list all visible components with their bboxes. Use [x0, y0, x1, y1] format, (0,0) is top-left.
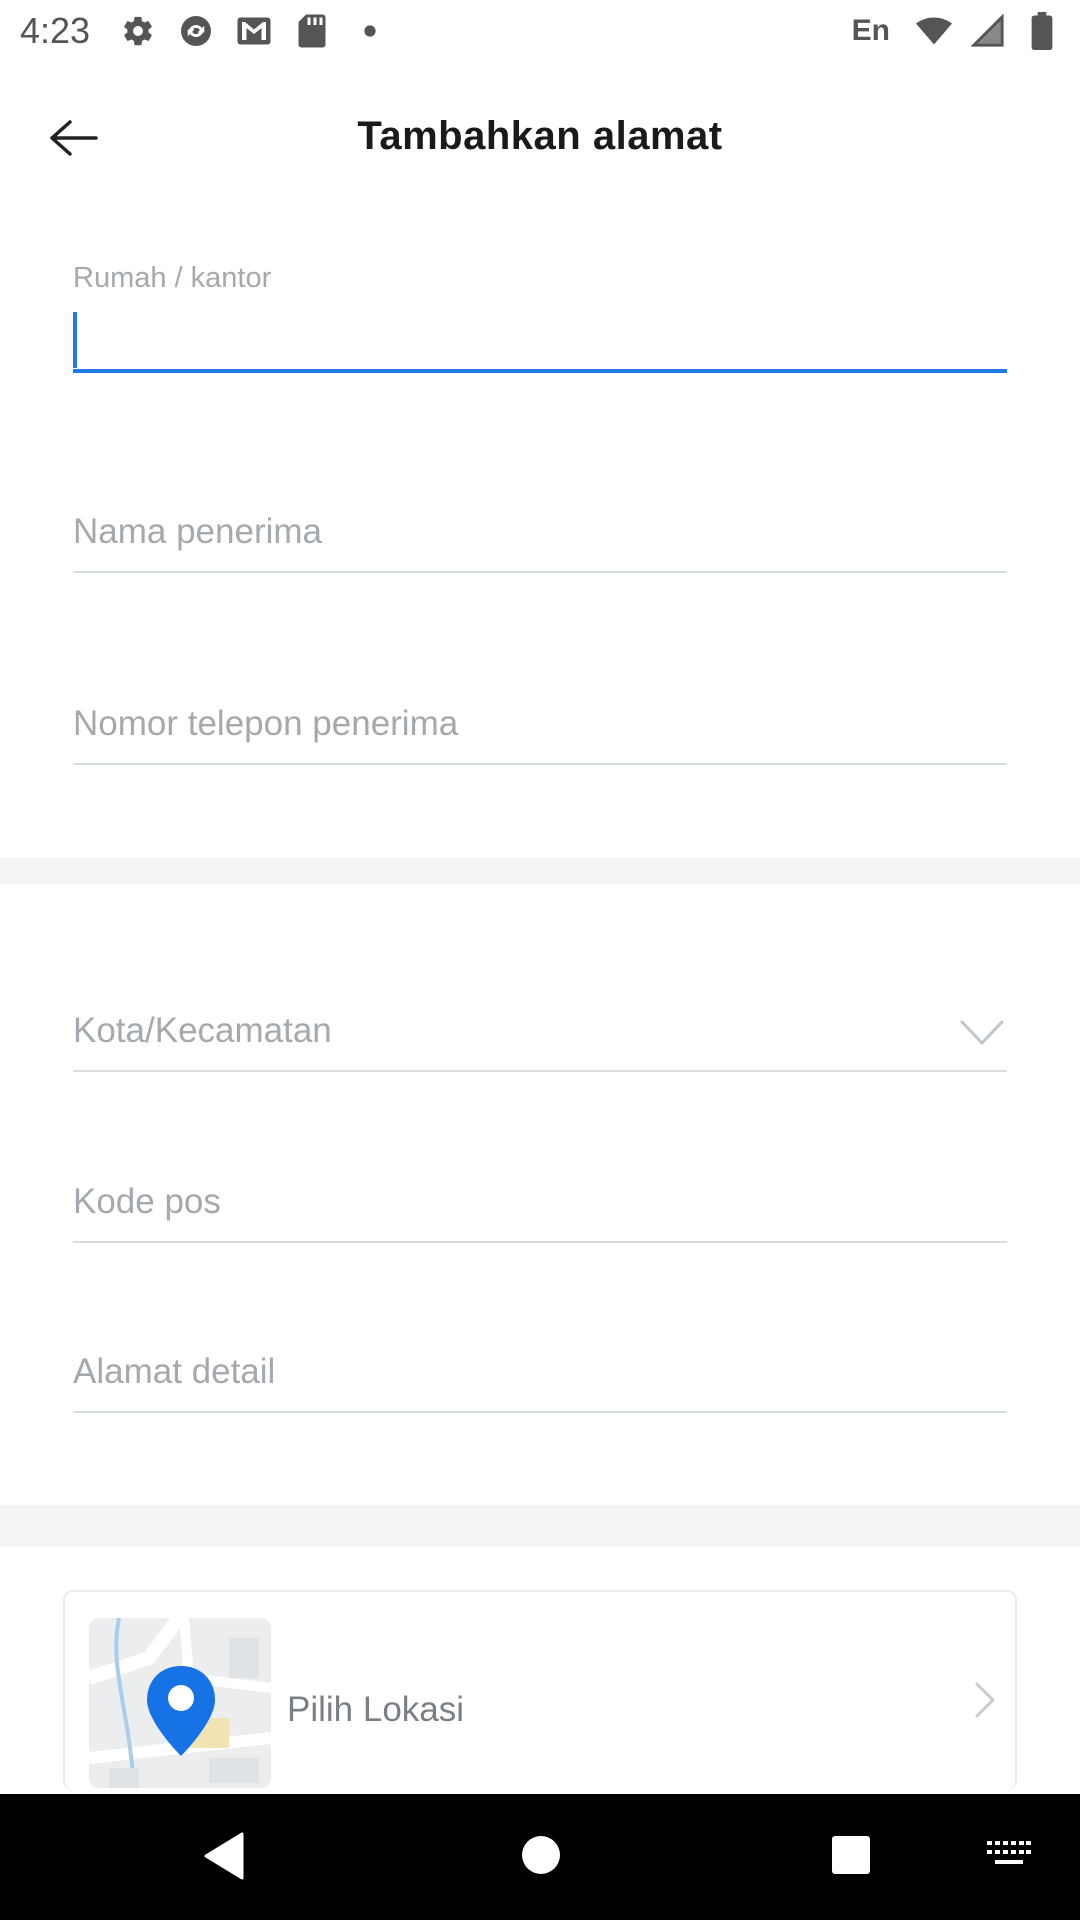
recipient-phone-field: Nomor telepon penerima	[73, 704, 1007, 765]
label-field-label: Rumah / kantor	[73, 262, 272, 294]
recipient-phone-input[interactable]: Nomor telepon penerima	[73, 704, 1007, 765]
city-district-select[interactable]: Kota/Kecamatan	[73, 1011, 1007, 1072]
system-nav-bar	[0, 1794, 1080, 1920]
choose-location-card[interactable]: Pilih Lokasi	[63, 1590, 1017, 1790]
mail-icon	[236, 13, 272, 49]
nav-keyboard-button[interactable]	[984, 1834, 1034, 1874]
recipient-phone-placeholder: Nomor telepon penerima	[73, 704, 459, 743]
recents-square-icon	[832, 1836, 870, 1874]
map-thumbnail	[89, 1618, 271, 1788]
status-icons-left	[120, 13, 388, 49]
postal-code-field: Kode pos	[73, 1182, 1007, 1243]
battery-icon	[1024, 12, 1060, 50]
postal-code-input[interactable]: Kode pos	[73, 1182, 1007, 1243]
nav-recents-button[interactable]	[826, 1830, 876, 1880]
nav-home-button[interactable]	[516, 1830, 566, 1880]
chevron-right-icon	[975, 1682, 995, 1718]
gear-icon	[120, 13, 156, 49]
address-detail-field: Alamat detail	[73, 1352, 1007, 1413]
text-caret	[73, 312, 77, 368]
home-circle-icon	[522, 1836, 560, 1874]
section-divider	[0, 1505, 1080, 1547]
signal-icon	[970, 13, 1006, 49]
wifi-icon	[916, 13, 952, 49]
label-input[interactable]	[73, 312, 1007, 373]
status-language: En	[851, 14, 890, 47]
dot-icon	[352, 13, 388, 49]
keyboard-icon	[987, 1841, 1031, 1864]
back-triangle-icon	[204, 1832, 244, 1880]
recipient-name-placeholder: Nama penerima	[73, 512, 322, 551]
map-image	[89, 1618, 271, 1788]
screen: 4:23 En Tambahkan alamat Rumah / kantor …	[0, 0, 1080, 1920]
sd-card-icon	[294, 13, 330, 49]
status-icons-right: En	[851, 12, 1060, 50]
status-bar: 4:23 En	[0, 0, 1080, 62]
city-district-field: Kota/Kecamatan	[73, 1011, 1007, 1072]
label-field: Rumah / kantor	[73, 262, 1007, 373]
address-detail-placeholder: Alamat detail	[73, 1352, 276, 1391]
page-title: Tambahkan alamat	[357, 114, 723, 158]
address-detail-input[interactable]: Alamat detail	[73, 1352, 1007, 1413]
city-district-placeholder: Kota/Kecamatan	[73, 1011, 332, 1050]
section-divider	[0, 858, 1080, 884]
sync-icon	[178, 13, 214, 49]
chevron-down-icon	[960, 1020, 1004, 1045]
app-header: Tambahkan alamat	[0, 62, 1080, 214]
status-time: 4:23	[20, 10, 91, 51]
recipient-name-input[interactable]: Nama penerima	[73, 512, 1007, 573]
recipient-name-field: Nama penerima	[73, 512, 1007, 573]
postal-code-placeholder: Kode pos	[73, 1182, 221, 1221]
nav-back-button[interactable]	[196, 1830, 252, 1882]
choose-location-label: Pilih Lokasi	[287, 1690, 465, 1729]
